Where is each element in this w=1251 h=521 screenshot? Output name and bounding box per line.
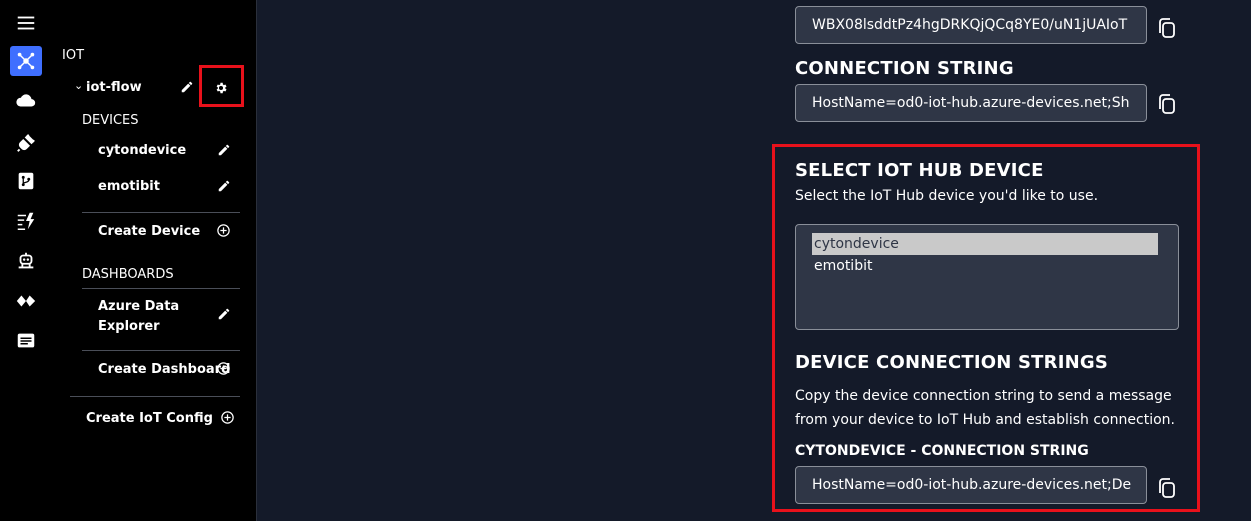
create-iot-config-button[interactable]: Create IoT Config	[86, 411, 213, 426]
plug-icon[interactable]	[10, 128, 42, 158]
message-icon[interactable]	[10, 326, 42, 356]
cyton-connection-string-label: CYTONDEVICE - CONNECTION STRING	[795, 443, 1089, 459]
device-option-cytondevice[interactable]: cytondevice	[812, 233, 1158, 255]
divider	[82, 288, 240, 289]
pencil-icon[interactable]	[180, 80, 194, 94]
description-line1: Copy the device connection string to sen…	[795, 388, 1172, 404]
section-label-dashboards: DASHBOARDS	[82, 267, 174, 282]
main-panel: WBX08lsddtPz4hgDRKQjQCq8YE0/uN1jUAIoT CO…	[257, 0, 1251, 521]
add-circle-icon[interactable]	[216, 361, 231, 376]
hub-network-icon[interactable]	[10, 46, 42, 76]
chevron-down-icon[interactable]: ⌄	[74, 79, 83, 92]
create-device-button[interactable]: Create Device	[98, 224, 200, 239]
description-line2: from your device to IoT Hub and establis…	[795, 412, 1175, 428]
device-item-emotibit[interactable]: emotibit	[98, 179, 160, 194]
add-circle-icon[interactable]	[216, 223, 231, 238]
iot-tree-sidebar: IOT ⌄ iot-flow DEVICES cytondevice emoti…	[52, 0, 257, 521]
divider	[70, 396, 240, 397]
copy-icon[interactable]	[1155, 16, 1179, 40]
cloud-icon[interactable]	[10, 86, 42, 116]
dashboard-item-azure-data-explorer[interactable]: Azure Data Explorer	[98, 297, 179, 337]
section-label-iot: IOT	[62, 48, 85, 63]
project-name: iot-flow	[86, 80, 142, 95]
icon-rail	[0, 0, 52, 521]
flow-lightning-icon[interactable]	[10, 206, 42, 236]
connection-string-field[interactable]: HostName=od0-iot-hub.azure-devices.net;S…	[795, 84, 1147, 122]
create-dashboard-button[interactable]: Create Dashboard	[98, 362, 230, 377]
divider	[82, 212, 240, 213]
add-circle-icon[interactable]	[220, 410, 235, 425]
device-select-listbox[interactable]: cytondevice emotibit	[795, 224, 1179, 330]
device-connection-description: Copy the device connection string to sen…	[795, 384, 1175, 432]
shared-key-field[interactable]: WBX08lsddtPz4hgDRKQjQCq8YE0/uN1jUAIoT	[795, 6, 1147, 44]
gear-icon[interactable]	[214, 81, 228, 95]
select-device-heading: SELECT IOT HUB DEVICE	[795, 160, 1044, 181]
device-item-cytondevice[interactable]: cytondevice	[98, 143, 186, 158]
divider	[82, 350, 240, 351]
connection-string-heading: CONNECTION STRING	[795, 58, 1014, 79]
dashboard-label-line2: Explorer	[98, 319, 160, 334]
menu-icon[interactable]	[10, 8, 42, 38]
pencil-icon[interactable]	[217, 307, 231, 321]
copy-icon[interactable]	[1155, 476, 1179, 500]
git-repo-icon[interactable]	[10, 166, 42, 196]
diamond-pair-icon[interactable]	[10, 286, 42, 316]
dashboard-label-line1: Azure Data	[98, 299, 180, 314]
device-connection-strings-heading: DEVICE CONNECTION STRINGS	[795, 352, 1108, 373]
pencil-icon[interactable]	[217, 143, 231, 157]
select-device-description: Select the IoT Hub device you'd like to …	[795, 188, 1099, 204]
robot-icon[interactable]	[10, 246, 42, 276]
copy-icon[interactable]	[1155, 92, 1179, 116]
section-label-devices: DEVICES	[82, 113, 139, 128]
pencil-icon[interactable]	[217, 179, 231, 193]
device-option-emotibit[interactable]: emotibit	[812, 255, 1162, 277]
cyton-connection-string-field[interactable]: HostName=od0-iot-hub.azure-devices.net;D…	[795, 466, 1147, 504]
